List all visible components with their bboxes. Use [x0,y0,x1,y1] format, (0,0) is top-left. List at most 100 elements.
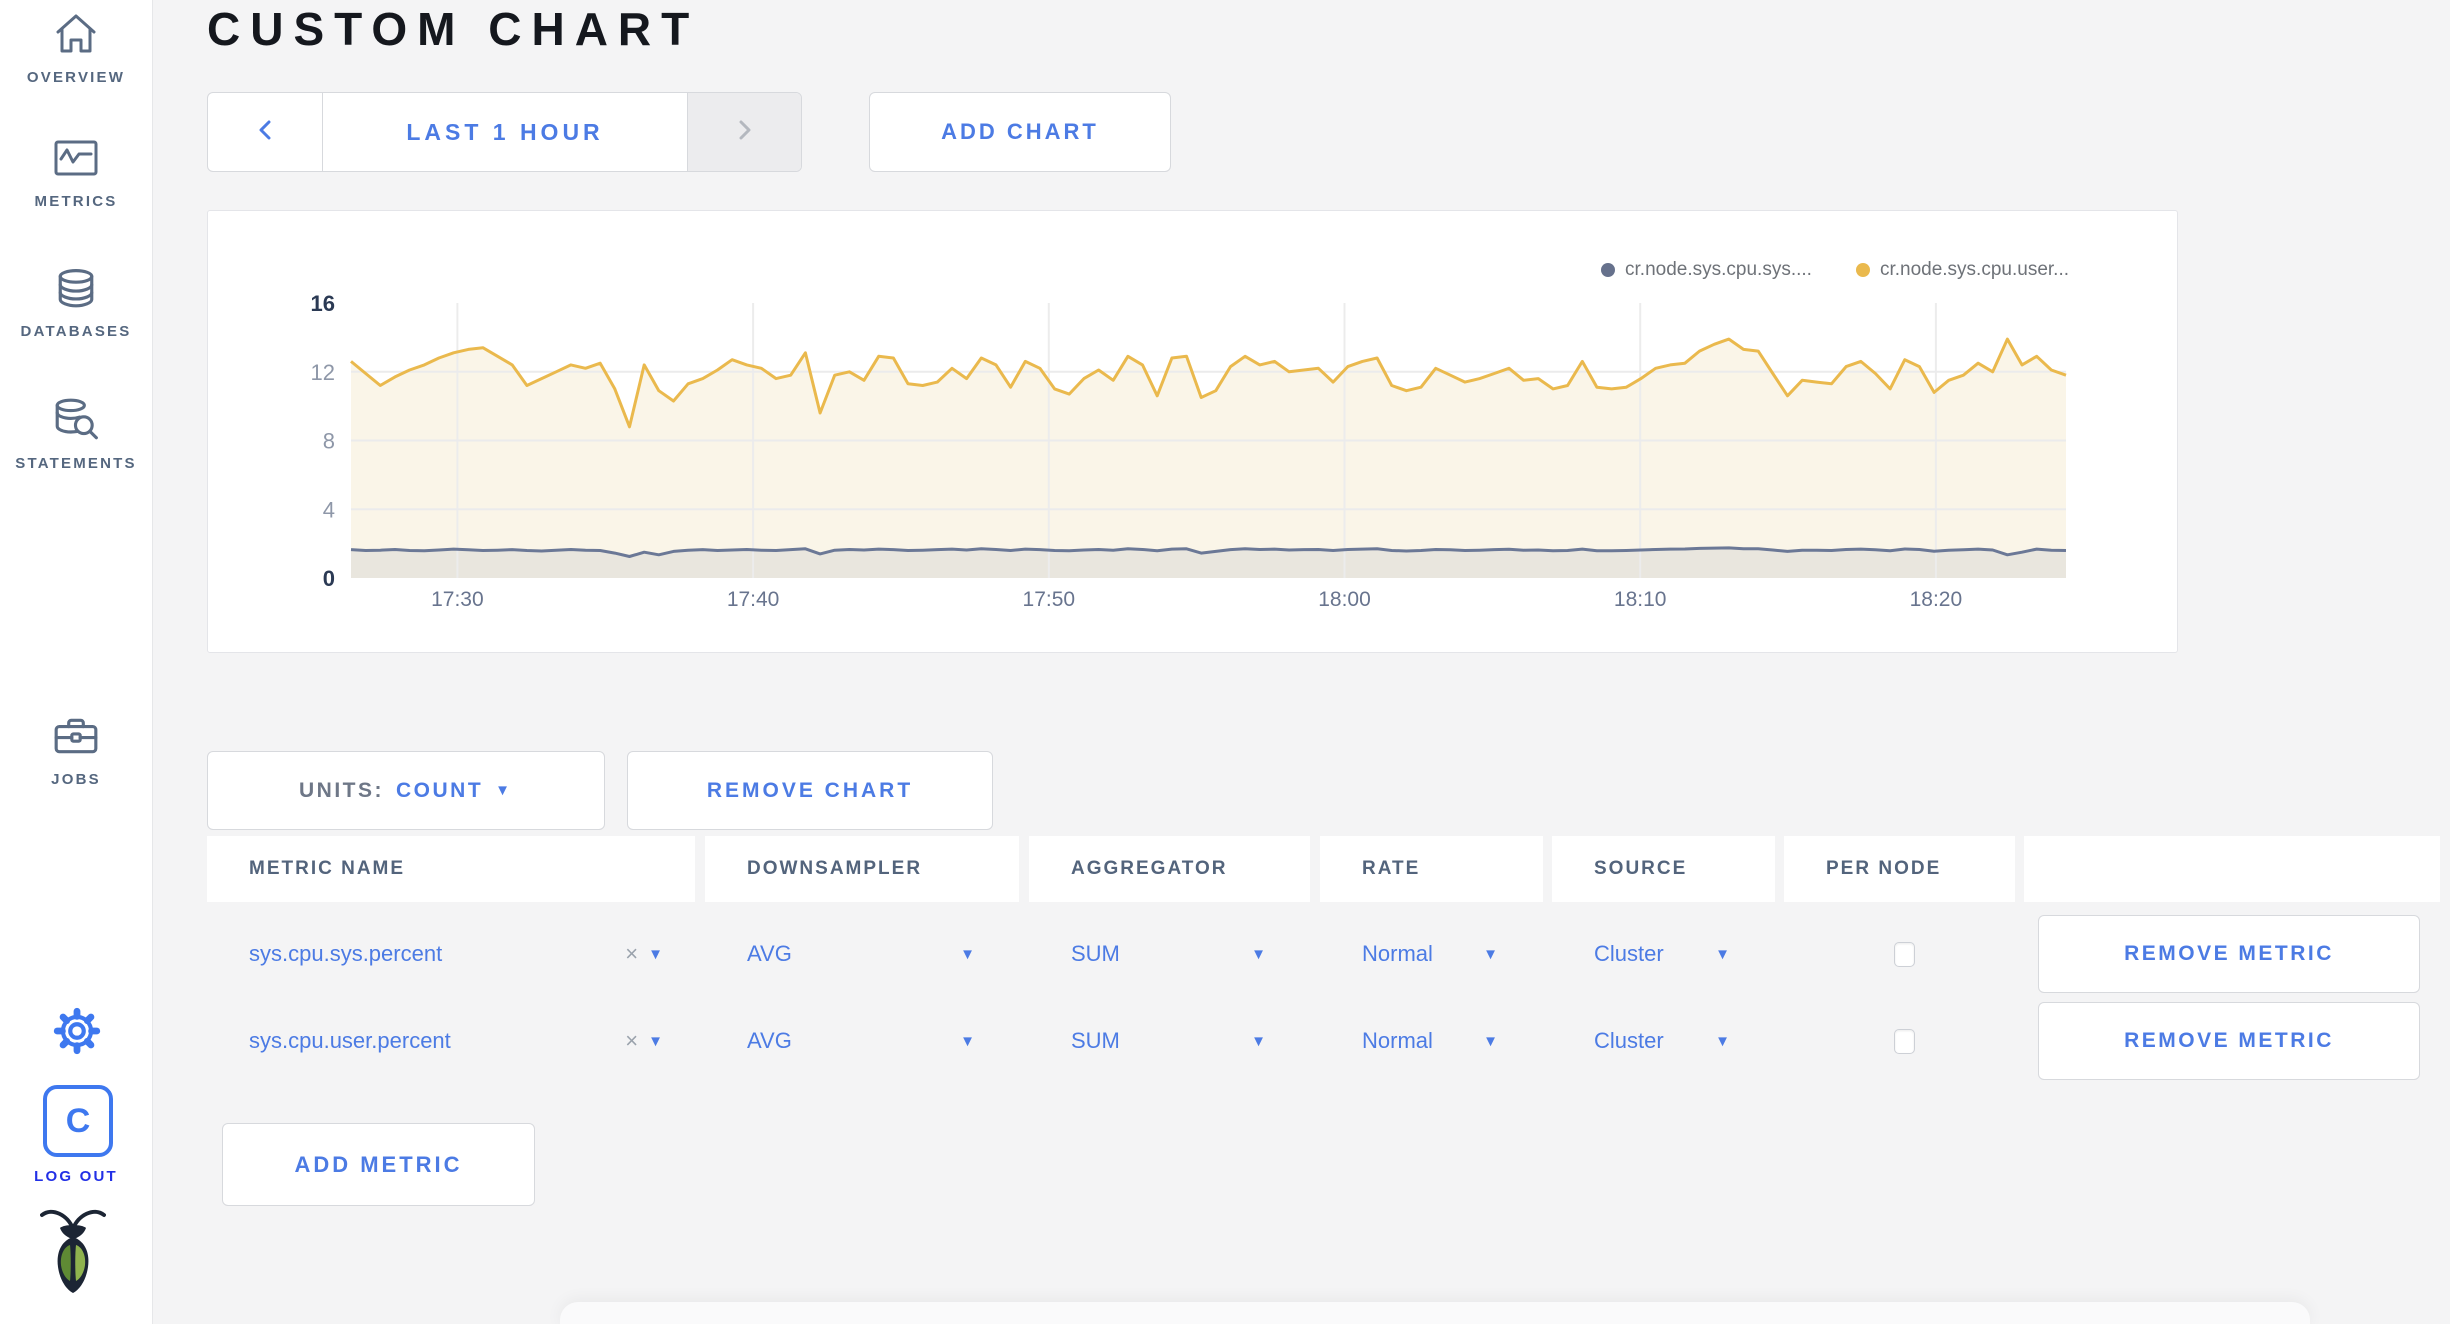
column-header-aggregator: AGGREGATOR [1029,836,1310,902]
svg-text:17:50: 17:50 [1023,588,1076,611]
column-header-per-node: PER NODE [1784,836,2015,902]
remove-chart-button[interactable]: REMOVE CHART [627,751,993,830]
settings-gear-icon[interactable] [52,1006,102,1061]
downsampler-select[interactable]: AVG ▼ [705,941,1029,967]
time-range-label[interactable]: LAST 1 HOUR [323,93,687,171]
clear-icon[interactable]: × [625,941,638,967]
per-node-cell [1784,1028,2024,1054]
rate-value: Normal [1362,1028,1433,1053]
metric-name-cell[interactable]: sys.cpu.user.percent × ▼ [207,1028,705,1054]
dropdown-caret-icon[interactable]: ▼ [648,1034,663,1049]
metric-row: sys.cpu.sys.percent × ▼ AVG ▼ SUM ▼ Norm… [207,915,2420,993]
remove-metric-button[interactable]: REMOVE METRIC [2038,915,2420,993]
metric-name-cell[interactable]: sys.cpu.sys.percent × ▼ [207,941,705,967]
column-header-actions [2024,836,2440,902]
metric-name-value[interactable]: sys.cpu.user.percent [249,1028,451,1054]
rate-value: Normal [1362,941,1433,966]
dropdown-caret-icon: ▼ [1251,945,1266,963]
metric-name-value[interactable]: sys.cpu.sys.percent [249,941,442,967]
metrics-icon [53,138,99,185]
svg-text:18:20: 18:20 [1910,588,1963,611]
time-range-selector: LAST 1 HOUR [207,92,802,172]
sidebar-item-metrics[interactable]: METRICS [0,138,152,210]
per-node-checkbox[interactable] [1893,941,1915,967]
chart-legend: cr.node.sys.cpu.sys.... cr.node.sys.cpu.… [1601,259,2069,281]
dropdown-caret-icon: ▼ [1483,945,1498,963]
legend-dot-icon [1601,263,1616,277]
column-header-rate: RATE [1320,836,1543,902]
page-title: CUSTOM CHART [207,3,700,55]
svg-text:12: 12 [311,360,335,385]
downsampler-value: AVG [747,941,792,966]
source-select[interactable]: Cluster ▼ [1552,941,1784,967]
units-value: COUNT [395,778,484,802]
cockroach-c-icon[interactable]: C [43,1085,113,1157]
chevron-left-icon [258,119,272,146]
time-range-next-button[interactable] [687,93,801,171]
rate-select[interactable]: Normal ▼ [1320,941,1552,967]
units-label: UNITS: [298,778,384,802]
sidebar-item-databases[interactable]: DATABASES [0,268,152,340]
sidebar-item-label: DATABASES [20,323,132,340]
chevron-down-icon: ▼ [495,782,514,799]
aggregator-select[interactable]: SUM ▼ [1029,1028,1320,1054]
cockroachdb-logo-icon [40,1203,106,1302]
sidebar-item-statements[interactable]: STATEMENTS [0,398,152,472]
svg-text:0: 0 [323,566,335,591]
statements-icon [52,398,100,447]
units-dropdown[interactable]: UNITS: COUNT ▼ [207,751,605,830]
sidebar-item-label: JOBS [51,771,101,788]
downsampler-select[interactable]: AVG ▼ [705,1028,1029,1054]
source-select[interactable]: Cluster ▼ [1552,1028,1784,1054]
dropdown-caret-icon: ▼ [1715,945,1730,963]
metric-table-header: METRIC NAME DOWNSAMPLER AGGREGATOR RATE … [207,836,2440,902]
metric-row: sys.cpu.user.percent × ▼ AVG ▼ SUM ▼ Nor… [207,1002,2420,1080]
column-header-metric-name: METRIC NAME [207,836,695,902]
svg-text:4: 4 [323,497,335,522]
aggregator-select[interactable]: SUM ▼ [1029,941,1320,967]
remove-metric-button[interactable]: REMOVE METRIC [2038,1002,2420,1080]
svg-text:17:40: 17:40 [727,588,780,611]
sidebar-item-label: METRICS [34,193,118,210]
legend-item: cr.node.sys.cpu.sys.... [1601,259,1812,281]
add-metric-button[interactable]: ADD METRIC [222,1123,535,1206]
svg-text:16: 16 [311,291,335,316]
clear-icon[interactable]: × [625,1028,638,1054]
svg-text:18:10: 18:10 [1614,588,1667,611]
aggregator-value: SUM [1071,1028,1120,1053]
dropdown-caret-icon: ▼ [1715,1032,1730,1050]
sidebar-item-label: STATEMENTS [15,455,137,472]
legend-dot-icon [1855,263,1870,277]
legend-label: cr.node.sys.cpu.user... [1879,259,2069,280]
svg-text:8: 8 [323,429,335,454]
custom-chart-page: OVERVIEW METRICS DATABASES STATEMENTS JO… [0,0,2450,1324]
database-icon [55,268,97,315]
sidebar-item-label: OVERVIEW [26,69,126,86]
svg-text:17:30: 17:30 [431,588,484,611]
dropdown-caret-icon: ▼ [960,945,975,963]
aggregator-value: SUM [1071,941,1120,966]
jobs-icon [52,714,100,763]
sidebar: OVERVIEW METRICS DATABASES STATEMENTS JO… [0,0,153,1324]
add-chart-button[interactable]: ADD CHART [869,92,1171,172]
dropdown-caret-icon: ▼ [1483,1032,1498,1050]
legend-item: cr.node.sys.cpu.user... [1855,259,2069,281]
per-node-checkbox[interactable] [1893,1028,1915,1054]
column-header-source: SOURCE [1552,836,1775,902]
source-value: Cluster [1594,1028,1664,1053]
column-header-downsampler: DOWNSAMPLER [705,836,1019,902]
sidebar-item-jobs[interactable]: JOBS [0,714,152,788]
svg-text:18:00: 18:00 [1318,588,1371,611]
chevron-right-icon [738,119,752,146]
downsampler-value: AVG [747,1028,792,1053]
rate-select[interactable]: Normal ▼ [1320,1028,1552,1054]
dropdown-caret-icon: ▼ [960,1032,975,1050]
time-range-prev-button[interactable] [208,93,323,171]
dropdown-caret-icon[interactable]: ▼ [648,947,663,962]
bottom-panel-edge [560,1302,2310,1324]
logout-link[interactable]: LOG OUT [0,1168,152,1185]
source-value: Cluster [1594,941,1664,966]
sidebar-item-overview[interactable]: OVERVIEW [0,12,152,86]
chart-card: 17:30 17:40 17:50 18:00 18:10 18:20 16 12 8 4 0 cr… [207,210,2178,653]
per-node-cell [1784,941,2024,967]
